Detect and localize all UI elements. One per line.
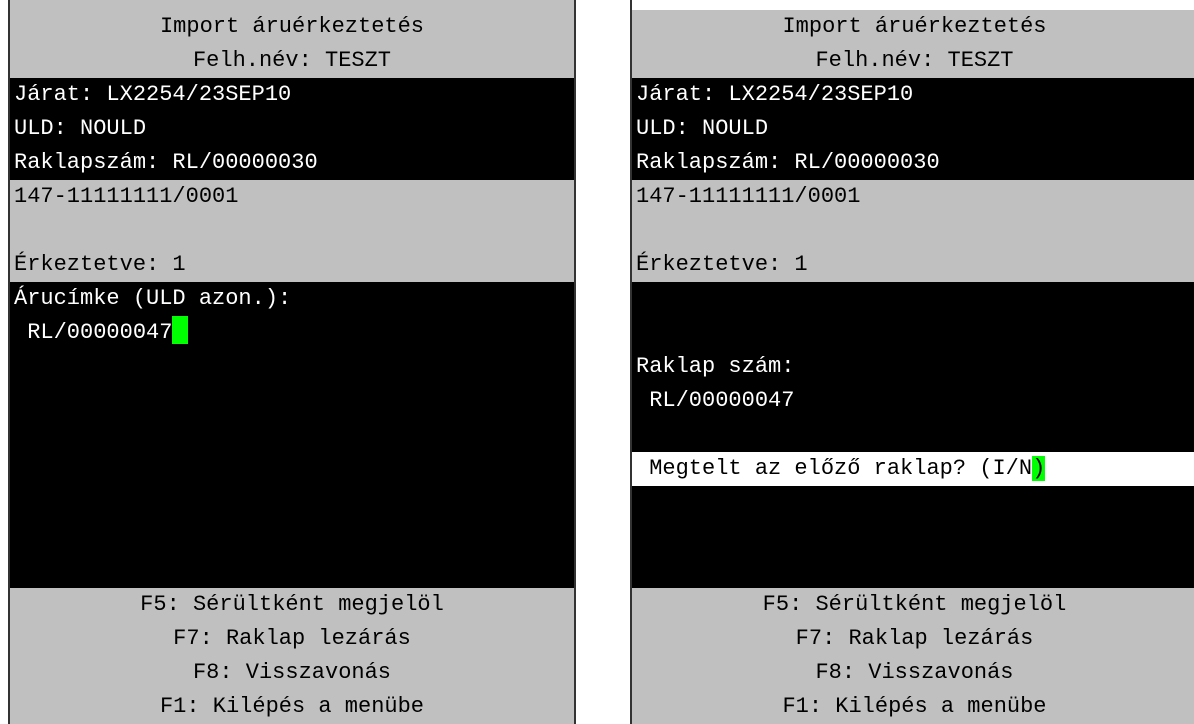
screen-title: Import áruérkeztetés [159, 14, 425, 39]
f5-damaged-key[interactable]: F5: Sérültként megjelöl [632, 588, 1194, 622]
label-input-prompt: Árucímke (ULD azon.): [14, 286, 292, 311]
f1-exit-menu-key[interactable]: F1: Kilépés a menübe [10, 690, 574, 724]
f1-exit-menu-key[interactable]: F1: Kilépés a menübe [632, 690, 1194, 724]
function-key-menu: F5: Sérültként megjelöl F7: Raklap lezár… [632, 588, 1194, 724]
terminal-screen-right: Import áruérkeztetés Felh.név: TESZT Jár… [630, 0, 1194, 724]
arrived-count: Érkeztetve: 1 [636, 252, 808, 277]
top-bar [632, 0, 1194, 10]
username-line: Felh.név: TESZT [815, 48, 1014, 73]
pallet-number-value: RL/00000047 [636, 388, 795, 413]
pallet-line: Raklapszám: RL/00000030 [636, 150, 940, 175]
awb-number: 147-11111111/0001 [14, 184, 239, 209]
input-area: Árucímke (ULD azon.): RL/00000047 [10, 282, 574, 588]
top-bar [10, 0, 574, 10]
f7-close-pallet-key[interactable]: F7: Raklap lezárás [10, 622, 574, 656]
header-block: Import áruérkeztetés Felh.név: TESZT [632, 10, 1194, 78]
info-block: Járat: LX2254/23SEP10 ULD: NOULD Raklaps… [632, 78, 1194, 180]
text-cursor [172, 316, 189, 344]
flight-line: Járat: LX2254/23SEP10 [636, 82, 914, 107]
uld-line: ULD: NOULD [14, 116, 147, 141]
text-cursor[interactable]: ) [1032, 456, 1046, 481]
info-block: Járat: LX2254/23SEP10 ULD: NOULD Raklaps… [10, 78, 574, 180]
function-key-menu: F5: Sérültként megjelöl F7: Raklap lezár… [10, 588, 574, 724]
screen-title: Import áruérkeztetés [782, 14, 1047, 39]
label-input-value[interactable]: RL/00000047 [14, 320, 172, 345]
flight-line: Járat: LX2254/23SEP10 [14, 82, 292, 107]
awb-blank-line [10, 214, 574, 248]
f7-close-pallet-key[interactable]: F7: Raklap lezárás [632, 622, 1194, 656]
f5-damaged-key[interactable]: F5: Sérültként megjelöl [10, 588, 574, 622]
awb-block: 147-11111111/0001 Érkeztetve: 1 [10, 180, 574, 282]
uld-line: ULD: NOULD [636, 116, 769, 141]
username-line: Felh.név: TESZT [192, 48, 392, 73]
header-block: Import áruérkeztetés Felh.név: TESZT [10, 10, 574, 78]
awb-number: 147-11111111/0001 [636, 184, 861, 209]
confirm-prompt-text: Megtelt az előző raklap? (I/N [636, 456, 1033, 481]
pallet-number-label: Raklap szám: [636, 354, 795, 379]
awb-block: 147-11111111/0001 Érkeztetve: 1 [632, 180, 1194, 282]
pallet-number-block: Raklap szám: RL/00000047 [632, 350, 1194, 418]
label-input-field[interactable]: RL/00000047 [10, 316, 574, 350]
f8-undo-key[interactable]: F8: Visszavonás [632, 656, 1194, 690]
awb-blank-line [632, 214, 1194, 248]
confirm-prompt[interactable]: Megtelt az előző raklap? (I/N) [632, 452, 1194, 486]
f8-undo-key[interactable]: F8: Visszavonás [10, 656, 574, 690]
confirm-prompt-line[interactable]: Megtelt az előző raklap? (I/N) [632, 452, 1194, 486]
arrived-count: Érkeztetve: 1 [14, 252, 186, 277]
terminal-screen-left: Import áruérkeztetés Felh.név: TESZT Jár… [8, 0, 576, 724]
pallet-line: Raklapszám: RL/00000030 [14, 150, 318, 175]
